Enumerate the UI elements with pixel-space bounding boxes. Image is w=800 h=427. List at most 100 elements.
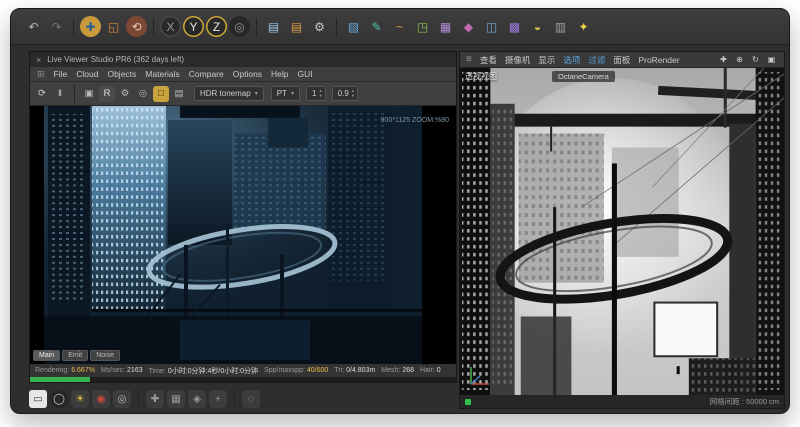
render-settings-icon[interactable]: ⚙ bbox=[309, 16, 330, 37]
stepper-icon[interactable]: ▴▾ bbox=[352, 89, 354, 98]
stepper-icon[interactable]: ▴▾ bbox=[319, 89, 321, 98]
menu-cloud[interactable]: Cloud bbox=[76, 69, 98, 79]
subdivision-surface-icon[interactable]: ◳ bbox=[412, 16, 433, 37]
pan-view-icon[interactable]: ✚ bbox=[717, 53, 730, 66]
status-spp: Spp/maxspp: 40/600 bbox=[264, 367, 328, 374]
lv-settings-icon[interactable]: ⚙ bbox=[117, 86, 133, 102]
menu-grid-icon[interactable]: ⊞ bbox=[37, 69, 45, 80]
toolbar-separator bbox=[256, 18, 257, 36]
magnet-mini-icon[interactable]: ◌ bbox=[242, 390, 260, 408]
menu-gui[interactable]: GUI bbox=[298, 69, 313, 79]
menu-options[interactable]: Options bbox=[233, 69, 262, 79]
primitive-cube-icon[interactable]: ▧ bbox=[343, 16, 364, 37]
sun-light-icon[interactable]: ☀ bbox=[71, 390, 89, 408]
kernel-select[interactable]: PT ▾ bbox=[271, 86, 300, 101]
simulation-icon[interactable]: ◒ bbox=[527, 16, 548, 37]
menu-display[interactable]: 显示 bbox=[538, 54, 555, 66]
rotate-view-icon[interactable]: ↻ bbox=[749, 53, 762, 66]
axis-x-lock-icon[interactable]: X bbox=[160, 16, 181, 37]
deformer-icon[interactable]: ◆ bbox=[458, 16, 479, 37]
live-viewer-menubar: ⊞ File Cloud Objects Materials Compare O… bbox=[30, 67, 456, 82]
menu-help[interactable]: Help bbox=[271, 69, 288, 79]
tab-noise[interactable]: Noise bbox=[90, 350, 120, 361]
axis-gizmo bbox=[465, 364, 491, 390]
grid-spacing-label: 网格间距 : 50000 cm bbox=[710, 396, 779, 407]
undo-icon[interactable]: ↶ bbox=[23, 16, 44, 37]
move-mini-icon[interactable]: ✚ bbox=[146, 390, 164, 408]
gamma-field[interactable]: 0.9 ▴▾ bbox=[332, 86, 358, 101]
grid-mini-icon[interactable]: ▦ bbox=[167, 390, 185, 408]
viewport-panel: ≡ 查看 摄像机 显示 选项 过滤 面板 ProRender ✚⊕↻▣ bbox=[459, 51, 785, 409]
lock-resolution-icon[interactable]: □ bbox=[153, 86, 169, 102]
menu-filter[interactable]: 过滤 bbox=[588, 54, 605, 66]
redo-icon[interactable]: ↷ bbox=[46, 16, 67, 37]
menu-objects[interactable]: Objects bbox=[107, 69, 136, 79]
array-generator-icon[interactable]: ▦ bbox=[435, 16, 456, 37]
camera-name-badge[interactable]: OctaneCamera bbox=[552, 71, 615, 82]
pick-focus-icon[interactable]: ◎ bbox=[135, 86, 151, 102]
viewport-nav-icons: ✚⊕↻▣ bbox=[717, 53, 778, 66]
toolbar-separator bbox=[73, 18, 74, 36]
viewport-menubar: ≡ 查看 摄像机 显示 选项 过滤 面板 ProRender ✚⊕↻▣ bbox=[460, 52, 784, 68]
samples-value: 1 bbox=[312, 89, 316, 98]
field-icon[interactable]: ◫ bbox=[481, 16, 502, 37]
tonemap-select[interactable]: HDR tonemap ▾ bbox=[194, 86, 264, 101]
axis-y-lock-icon[interactable]: Y bbox=[183, 16, 204, 37]
samples-field[interactable]: 1 ▴▾ bbox=[306, 86, 326, 101]
dark-sphere-icon[interactable]: ◯ bbox=[50, 390, 68, 408]
status-hair: Hair: 0 bbox=[420, 367, 441, 374]
volume-icon[interactable]: ▩ bbox=[504, 16, 525, 37]
light-icon[interactable]: ✦ bbox=[573, 16, 594, 37]
toolbar-separator bbox=[74, 85, 75, 103]
bottom-toolbar: ▭◯☀◉◎ ✚▦◈+ ◌ bbox=[29, 387, 260, 411]
render-view-icon[interactable]: ▤ bbox=[263, 16, 284, 37]
toggle-view-icon[interactable]: ▣ bbox=[765, 53, 778, 66]
menu-view[interactable]: 查看 bbox=[480, 54, 497, 66]
layout-icon[interactable]: ▭ bbox=[29, 390, 47, 408]
pen-tool-icon[interactable]: ✎ bbox=[366, 16, 387, 37]
menu-compare[interactable]: Compare bbox=[189, 69, 224, 79]
render-priority-icon[interactable]: R bbox=[99, 86, 115, 102]
viewport-menu-icon[interactable]: ≡ bbox=[466, 54, 472, 65]
axis-z-lock-icon[interactable]: Z bbox=[206, 16, 227, 37]
status-time: Time: 0小时:0分钟:4秒/0小时:0分钟 bbox=[149, 366, 258, 376]
snap-mini-icon[interactable]: ◈ bbox=[188, 390, 206, 408]
menu-file[interactable]: File bbox=[54, 69, 68, 79]
aperture-icon[interactable]: ◎ bbox=[113, 390, 131, 408]
toolbar-separator bbox=[234, 392, 235, 406]
status-mesh: Mesh: 268 bbox=[381, 367, 414, 374]
close-icon[interactable]: × bbox=[36, 55, 41, 65]
viewport-view-label[interactable]: 透视视图 bbox=[465, 71, 497, 82]
octane-render-preview[interactable]: 900*1125 ZOOM:%80 Main Emit Noise bbox=[30, 106, 456, 364]
axis-mini-icon[interactable]: + bbox=[209, 390, 227, 408]
rotate-tool-icon[interactable]: ⟲ bbox=[126, 16, 147, 37]
restart-render-icon[interactable]: ⟳ bbox=[34, 86, 50, 102]
region-render-icon[interactable]: ▣ bbox=[81, 86, 97, 102]
scale-tool-icon[interactable]: ◱ bbox=[103, 16, 124, 37]
desktop: ↶↷✚◱⟲XYZ◎▤▤⚙▧✎~◳▦◆◫▩◒▥✦ × Live Viewer St… bbox=[0, 0, 800, 427]
chevron-down-icon: ▾ bbox=[291, 90, 294, 97]
coordinate-system-icon[interactable]: ◎ bbox=[229, 16, 250, 37]
menu-prorender[interactable]: ProRender bbox=[638, 55, 679, 65]
render-scene-image bbox=[30, 106, 456, 364]
octane-camera-icon[interactable]: ◉ bbox=[92, 390, 110, 408]
perspective-viewport[interactable]: 透视视图 OctaneCamera bbox=[460, 68, 784, 395]
menu-panel[interactable]: 面板 bbox=[613, 54, 630, 66]
save-render-icon[interactable]: ▤ bbox=[171, 86, 187, 102]
status-rendering: Rendering: 6.667% bbox=[35, 367, 95, 374]
menu-materials[interactable]: Materials bbox=[145, 69, 179, 79]
viewport-scene-image bbox=[460, 68, 784, 395]
render-progress bbox=[30, 377, 456, 382]
live-viewer-title: Live Viewer Studio PR6 (362 days left) bbox=[47, 55, 184, 64]
menu-options[interactable]: 选项 bbox=[563, 54, 580, 66]
menu-camera[interactable]: 摄像机 bbox=[505, 54, 531, 66]
tab-emit[interactable]: Emit bbox=[62, 350, 88, 361]
tab-main[interactable]: Main bbox=[33, 350, 60, 361]
camera-icon[interactable]: ▥ bbox=[550, 16, 571, 37]
zoom-view-icon[interactable]: ⊕ bbox=[733, 53, 746, 66]
spline-icon[interactable]: ~ bbox=[389, 16, 410, 37]
pause-render-icon[interactable]: ‖ bbox=[52, 86, 68, 102]
render-picture-viewer-icon[interactable]: ▤ bbox=[286, 16, 307, 37]
render-ready-indicator bbox=[465, 399, 471, 405]
move-tool-icon[interactable]: ✚ bbox=[80, 16, 101, 37]
